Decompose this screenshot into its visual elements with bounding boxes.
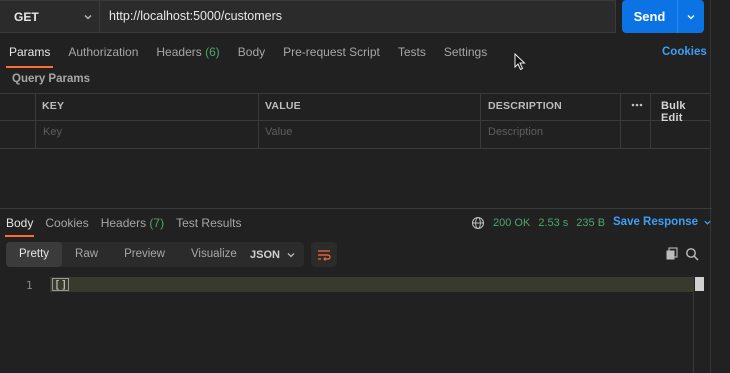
tab-label: Pre-request Script	[283, 45, 380, 59]
method-label: GET	[14, 9, 39, 24]
tab-settings[interactable]: Settings	[435, 40, 496, 64]
tab-label: Authorization	[68, 45, 139, 59]
response-status: 200 OK 2.53 s 235 B	[471, 216, 605, 230]
tab-pre-request-script[interactable]: Pre-request Script	[274, 40, 389, 64]
line-number: 1	[26, 279, 33, 292]
tab-label: Cookies	[45, 216, 89, 230]
more-options-icon[interactable]	[630, 98, 644, 115]
request-tabs: Params Authorization Headers (6) Body Pr…	[0, 40, 496, 68]
response-divider[interactable]	[0, 208, 712, 209]
mouse-cursor-icon	[514, 53, 526, 71]
value-header: VALUE	[265, 100, 301, 112]
chevron-down-icon	[84, 14, 92, 19]
tab-count: (7)	[149, 216, 165, 230]
code-content: []	[52, 278, 70, 291]
bulk-edit-button[interactable]: Bulk Edit	[661, 100, 710, 124]
key-input[interactable]: Key	[43, 126, 62, 138]
row-divider	[0, 120, 710, 121]
cookies-link[interactable]: Cookies	[662, 46, 707, 58]
wrap-lines-button[interactable]	[311, 242, 337, 267]
tab-params[interactable]: Params	[0, 40, 59, 68]
response-tabs: Body Cookies Headers (7) Test Results	[0, 212, 247, 237]
resp-tab-headers[interactable]: Headers (7)	[95, 212, 170, 234]
tab-label: Body	[6, 216, 34, 230]
tab-label: Settings	[443, 45, 488, 59]
chevron-down-icon	[687, 14, 695, 19]
tab-label: Test Results	[176, 216, 242, 230]
pane-border	[710, 0, 711, 373]
chevron-down-icon	[704, 220, 711, 225]
value-input[interactable]: Value	[265, 126, 292, 138]
format-label: JSON	[250, 248, 280, 261]
params-table: KEY VALUE DESCRIPTION Bulk Edit Key Valu…	[0, 93, 710, 149]
view-visualize[interactable]: Visualize	[178, 242, 250, 267]
key-column	[36, 94, 259, 148]
response-body-editor[interactable]: []	[52, 277, 70, 292]
wrap-lines-icon	[318, 249, 331, 261]
view-raw[interactable]: Raw	[62, 242, 111, 267]
view-mode-bar: Pretty Raw Preview Visualize	[6, 242, 250, 267]
editor-gutter-line	[693, 276, 694, 373]
tab-authorization[interactable]: Authorization	[59, 40, 147, 64]
description-input[interactable]: Description	[488, 126, 543, 138]
tab-label: Params	[9, 45, 51, 59]
chevron-down-icon	[287, 252, 295, 257]
send-button[interactable]: Send	[622, 0, 704, 33]
tab-tests[interactable]: Tests	[389, 40, 435, 64]
query-params-title: Query Params	[12, 73, 90, 85]
save-response-button[interactable]: Save Response	[613, 216, 712, 228]
view-preview[interactable]: Preview	[111, 242, 178, 267]
key-header: KEY	[42, 100, 65, 112]
copy-icon[interactable]	[665, 247, 679, 261]
method-selector[interactable]: GET	[0, 0, 100, 33]
resp-tab-body[interactable]: Body	[0, 212, 39, 237]
view-pretty[interactable]: Pretty	[6, 242, 63, 267]
description-header: DESCRIPTION	[488, 100, 562, 112]
editor-scrollbar-thumb[interactable]	[695, 277, 704, 291]
tab-body[interactable]: Body	[229, 40, 274, 64]
tab-label: Headers	[156, 45, 202, 59]
search-icon[interactable]	[685, 247, 699, 261]
resp-tab-test-results[interactable]: Test Results	[170, 212, 247, 234]
active-line-highlight	[50, 277, 693, 292]
response-time[interactable]: 2.53 s	[538, 217, 568, 229]
tab-label: Headers	[100, 216, 147, 230]
format-dropdown[interactable]: JSON	[242, 242, 304, 267]
tab-count: (6)	[205, 45, 220, 59]
tab-label: Body	[237, 45, 266, 59]
url-input[interactable]: http://localhost:5000/customers	[109, 0, 282, 33]
response-size[interactable]: 235 B	[576, 217, 605, 229]
send-button-label: Send	[633, 9, 666, 24]
tab-label: Tests	[397, 45, 426, 59]
checkbox-column	[0, 94, 36, 148]
status-code[interactable]: 200 OK	[493, 217, 530, 229]
resp-tab-cookies[interactable]: Cookies	[39, 212, 94, 234]
tab-headers[interactable]: Headers (6)	[147, 40, 228, 64]
save-response-label: Save Response	[613, 216, 699, 228]
send-options-button[interactable]	[677, 0, 704, 33]
globe-icon[interactable]	[471, 216, 485, 230]
